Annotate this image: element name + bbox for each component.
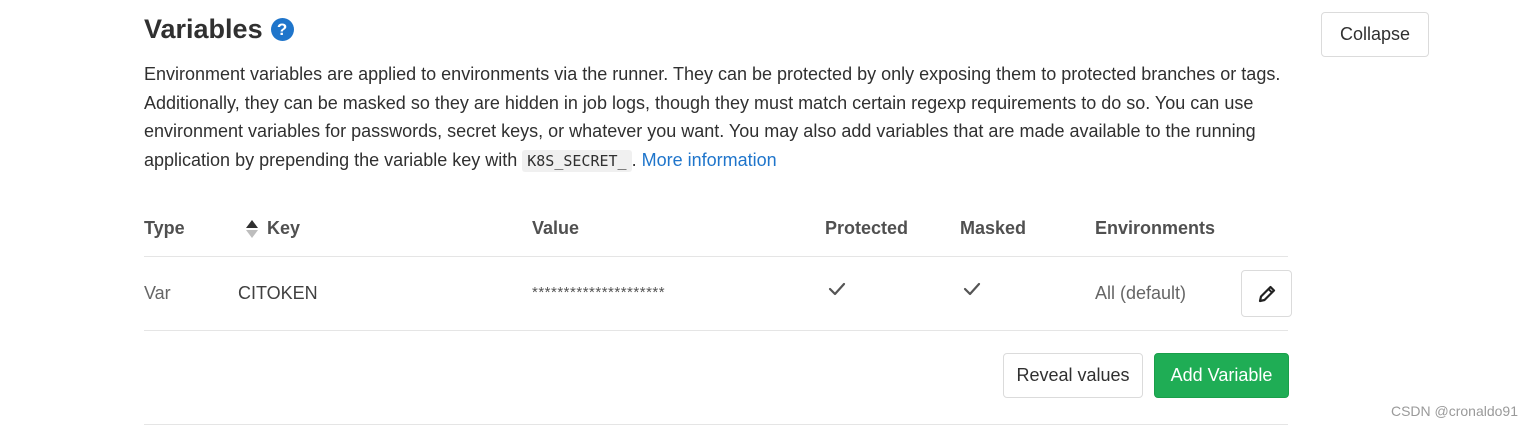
column-header-protected: Protected bbox=[825, 218, 909, 238]
description-text-end: . bbox=[631, 149, 642, 170]
variable-type: Var bbox=[144, 283, 171, 303]
variable-environments: All (default) bbox=[1095, 283, 1187, 303]
sort-ascending-icon[interactable] bbox=[245, 219, 259, 239]
variable-prefix-code: K8S_SECRET_ bbox=[522, 149, 632, 172]
edit-variable-button[interactable] bbox=[1241, 270, 1292, 317]
reveal-values-button[interactable]: Reveal values bbox=[1003, 353, 1143, 398]
collapse-button[interactable]: Collapse bbox=[1321, 12, 1429, 57]
section-title: Variables bbox=[144, 14, 263, 44]
add-variable-button[interactable]: Add Variable bbox=[1154, 353, 1289, 398]
question-circle-icon[interactable]: ? bbox=[270, 18, 294, 41]
column-header-masked: Masked bbox=[960, 218, 1027, 238]
masked-check-icon bbox=[963, 282, 981, 296]
section-header: Variables ? bbox=[144, 14, 294, 45]
header-divider bbox=[144, 256, 1288, 257]
more-information-link[interactable]: More information bbox=[642, 150, 777, 170]
watermark: CSDN @cronaldo91 bbox=[1390, 403, 1518, 419]
row-divider bbox=[144, 330, 1288, 331]
protected-check-icon bbox=[828, 282, 846, 296]
section-description: Environment variables are applied to env… bbox=[144, 60, 1294, 175]
variable-value-masked: ********************* bbox=[532, 284, 666, 301]
pencil-icon bbox=[1258, 285, 1275, 302]
column-header-key[interactable]: Key bbox=[267, 218, 300, 239]
variable-key: CITOKEN bbox=[238, 283, 318, 303]
column-header-type: Type bbox=[144, 218, 185, 238]
section-bottom-divider bbox=[144, 424, 1288, 425]
column-header-value: Value bbox=[532, 218, 580, 238]
column-header-environments: Environments bbox=[1095, 218, 1216, 238]
